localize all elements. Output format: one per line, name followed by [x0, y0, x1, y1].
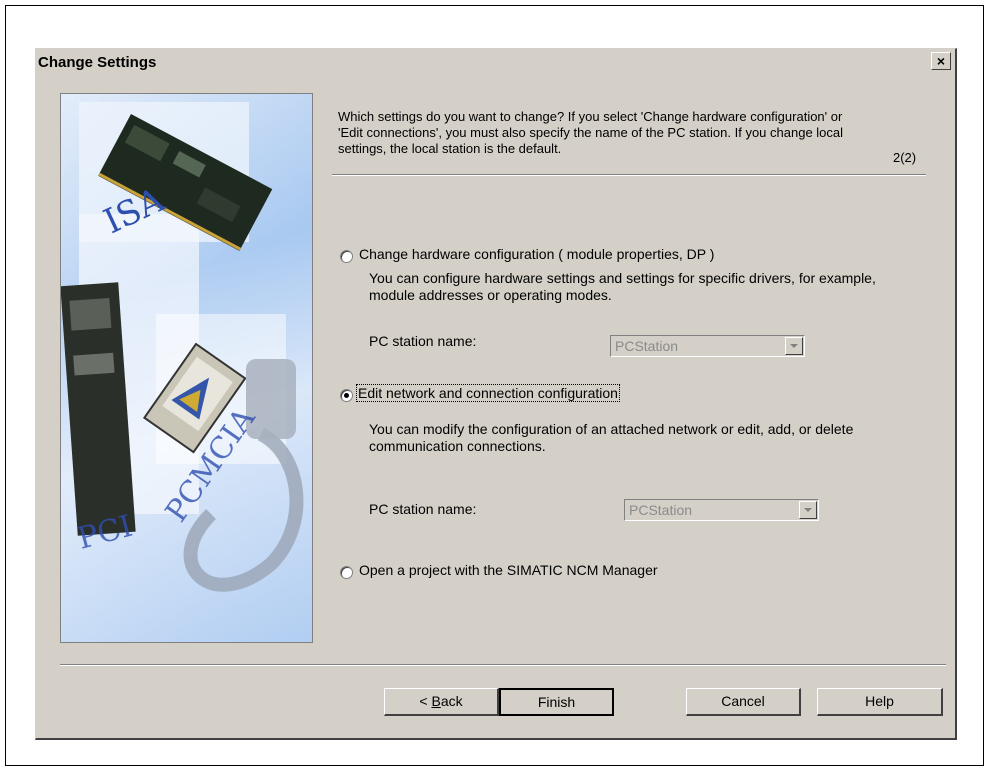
footer-separator — [60, 664, 946, 666]
radio-change-hardware[interactable] — [340, 250, 353, 263]
dropdown-button-1[interactable] — [785, 337, 803, 355]
chevron-down-icon — [804, 508, 812, 512]
back-label-rest: ack — [440, 693, 463, 709]
header-instructions: Which settings do you want to change? If… — [338, 109, 844, 156]
close-icon: × — [936, 53, 946, 69]
window-title: Change Settings — [38, 54, 157, 71]
chevron-down-icon — [790, 344, 798, 348]
station-name-value-2: PCStation — [629, 502, 693, 518]
station-name-value-1: PCStation — [615, 338, 679, 354]
back-prefix: < — [419, 693, 432, 709]
back-button[interactable]: < Back — [384, 688, 499, 716]
station-name-label-1: PC station name: — [369, 333, 477, 349]
change-settings-dialog: Change Settings × ISA PCMCIA PCI Which s… — [35, 48, 957, 740]
option-change-hardware-label[interactable]: Change hardware configuration ( module p… — [359, 246, 714, 262]
cancel-button[interactable]: Cancel — [686, 688, 801, 716]
option-edit-network-label[interactable]: Edit network and connection configuratio… — [356, 384, 620, 402]
station-name-label-2: PC station name: — [369, 501, 477, 517]
close-button[interactable]: × — [931, 52, 951, 70]
back-mnemonic: B — [431, 693, 441, 709]
option-open-ncm-label[interactable]: Open a project with the SIMATIC NCM Mana… — [359, 562, 658, 578]
dropdown-button-2[interactable] — [799, 501, 817, 519]
station-name-combo-1[interactable]: PCStation — [610, 335, 805, 357]
focus-rectangle: Edit network and connection configuratio… — [356, 384, 620, 402]
hardware-cards-image: ISA PCMCIA PCI — [61, 94, 312, 642]
radio-open-ncm[interactable] — [340, 566, 353, 579]
wizard-graphic: ISA PCMCIA PCI — [60, 93, 313, 643]
title-bar: Change Settings × — [36, 49, 955, 75]
radio-edit-network[interactable] — [340, 389, 353, 402]
help-button[interactable]: Help — [817, 688, 943, 716]
page-indicator: 2(2) — [893, 150, 917, 165]
option-change-hardware-description: You can configure hardware settings and … — [369, 270, 876, 303]
finish-button[interactable]: Finish — [499, 688, 614, 716]
radio-selected-dot — [344, 393, 349, 398]
station-name-combo-2[interactable]: PCStation — [624, 499, 819, 521]
header-separator — [332, 174, 926, 176]
option-edit-network-description: You can modify the configuration of an a… — [369, 421, 854, 454]
